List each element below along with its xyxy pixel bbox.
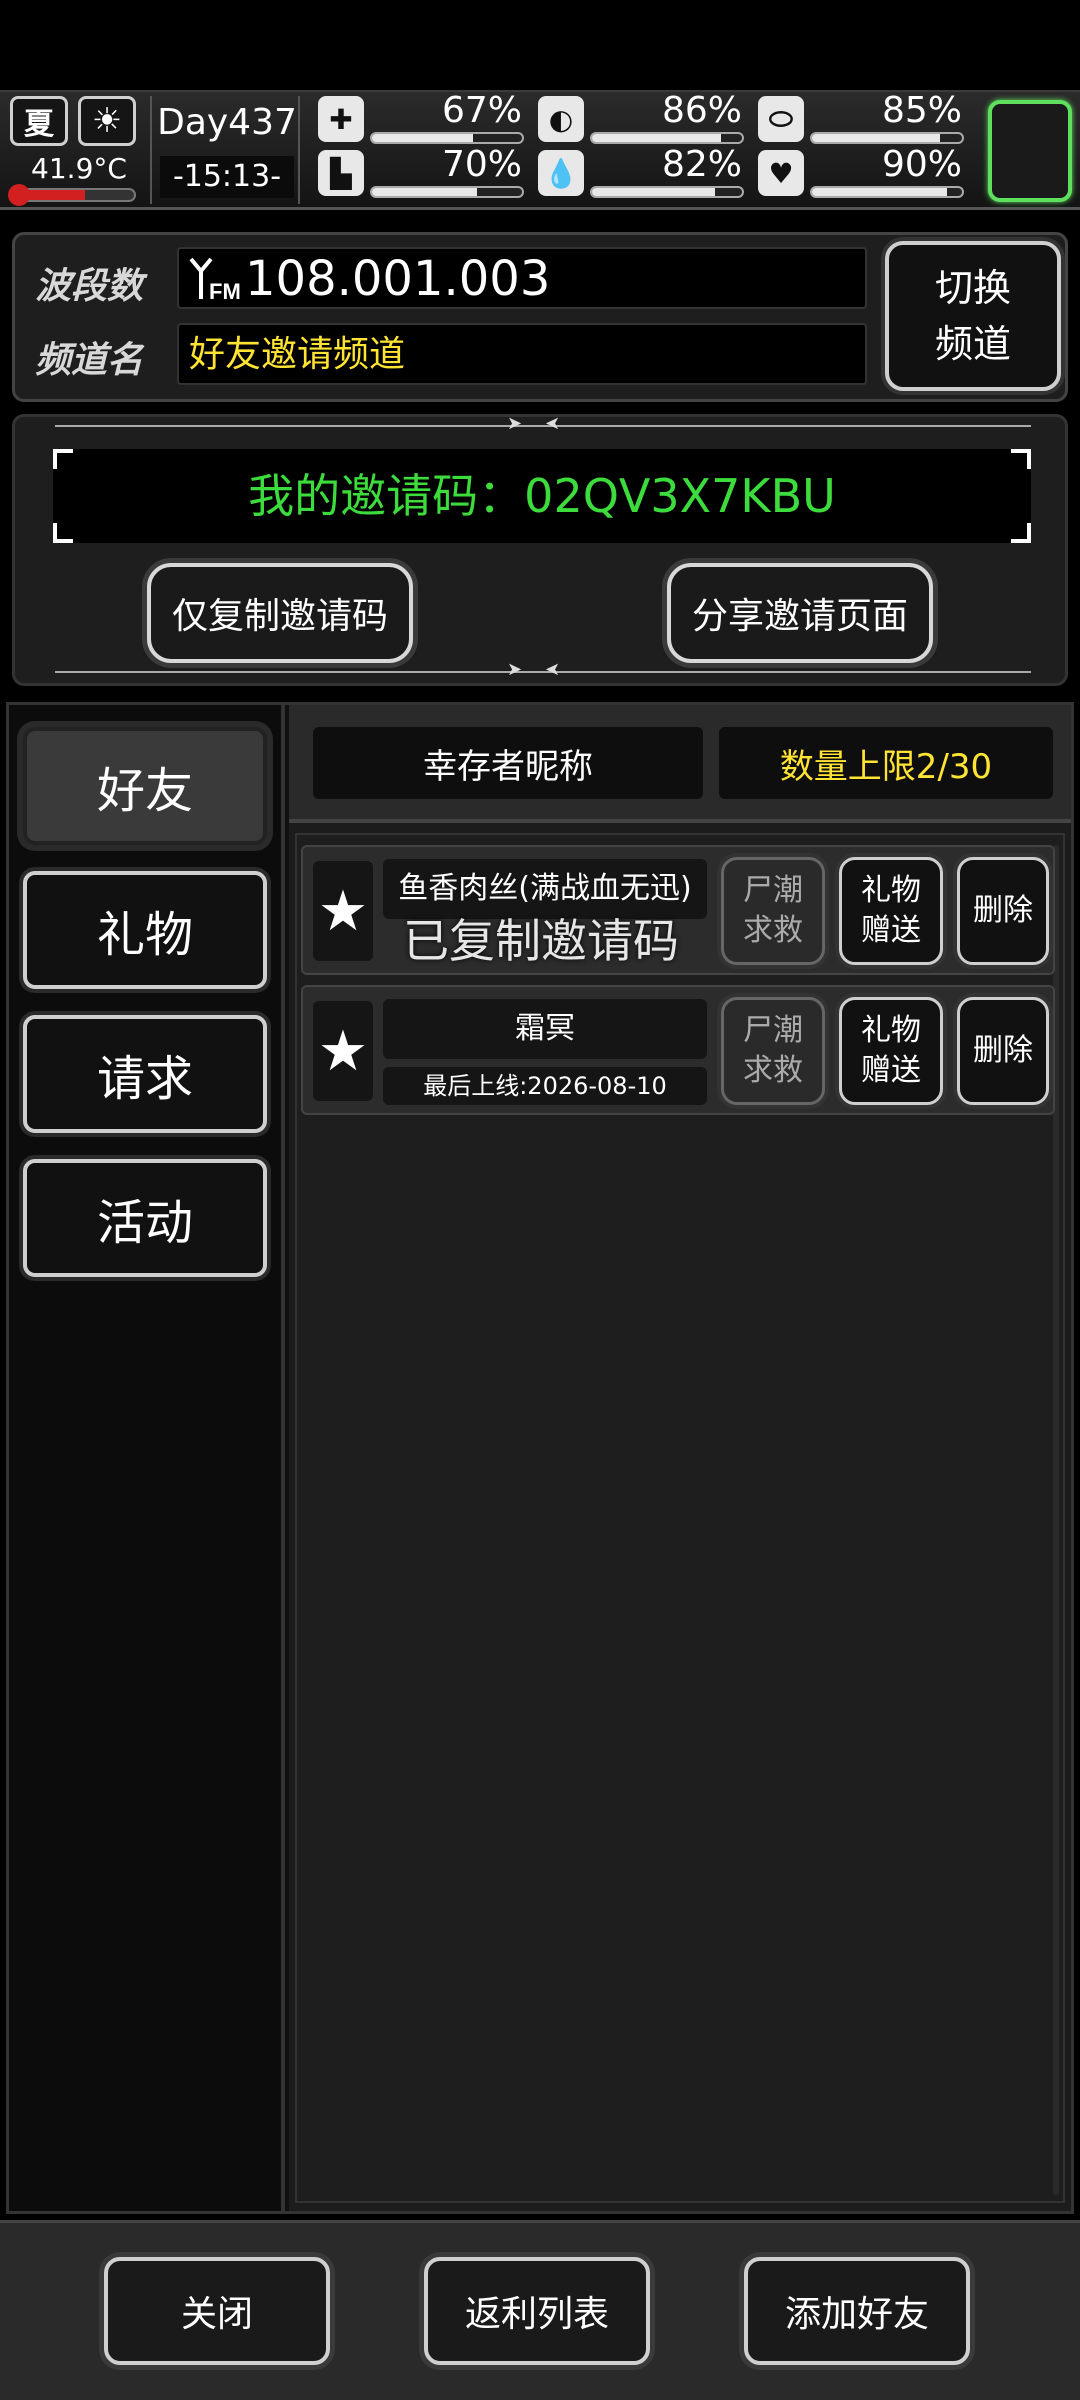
share-invite-page-button[interactable]: 分享邀请页面	[667, 563, 933, 663]
day-counter: Day437	[157, 102, 297, 143]
stat-bar-fill	[812, 188, 947, 196]
stat-bar-fill	[592, 134, 721, 142]
divider-bottom	[55, 671, 1031, 673]
heart-icon: ♥	[758, 150, 804, 196]
stat-percent: 85%	[881, 90, 962, 131]
frequency-field: FM 108.001.003	[177, 247, 867, 309]
radio-panel: 波段数 FM 108.001.003 频道名 好友邀请频道 切换 频道	[12, 232, 1068, 402]
season-label: 夏	[24, 107, 54, 142]
button-label: 赠送	[861, 1053, 921, 1088]
copied-toast: 已复制邀请码	[403, 914, 679, 968]
button-label: 尸潮	[743, 873, 803, 908]
stat-gauge: 💧 82%	[538, 144, 748, 200]
tab-requests[interactable]: 请求	[23, 1015, 267, 1133]
water-drop-icon: 💧	[538, 150, 584, 196]
stomach-icon: ◐	[538, 96, 584, 142]
button-label: 求救	[743, 913, 803, 948]
stat-gauge: ⬭ 85%	[758, 90, 968, 146]
pill-icon: ⬭	[758, 96, 804, 142]
stat-bar	[590, 186, 744, 198]
antenna-icon: FM	[187, 255, 245, 304]
send-gift-button[interactable]: 礼物 赠送	[839, 997, 943, 1105]
copy-invite-code-button[interactable]: 仅复制邀请码	[147, 563, 413, 663]
fm-label: FM	[209, 279, 241, 303]
nickname-column-header: 幸存者昵称	[313, 727, 703, 799]
button-label: 赠送	[861, 913, 921, 948]
zombie-tide-help-button[interactable]: 尸潮 求救	[721, 997, 825, 1105]
button-label: 尸潮	[743, 1013, 803, 1048]
stat-bar-fill	[812, 134, 940, 142]
stat-bar	[810, 132, 964, 144]
arrow-right-icon: ➤	[507, 413, 523, 434]
tab-sidebar: 好友 礼物 请求 活动	[9, 705, 285, 2211]
friend-name: 霜冥	[383, 999, 707, 1059]
channel-name: 好友邀请频道	[189, 334, 406, 375]
frequency-value: 108.001.003	[245, 251, 551, 307]
arrow-right-icon: ➤	[507, 659, 523, 680]
star-icon[interactable]: ★	[313, 1001, 373, 1101]
send-gift-button[interactable]: 礼物 赠送	[839, 857, 943, 965]
friends-header: 幸存者昵称 数量上限2/30	[289, 705, 1071, 823]
temperature-text: 41.9°C	[31, 152, 127, 185]
arrow-left-icon: ➤	[545, 413, 561, 434]
friends-list[interactable]: ★ 鱼香肉丝(满战血无迅) 尸潮 求救 礼物 赠送 删除 ★ 霜冥 最后上线:202…	[295, 833, 1065, 2203]
stat-gauge: ▙ 70%	[318, 144, 528, 200]
stat-bar	[590, 132, 744, 144]
invite-code-box: 我的邀请码：02QV3X7KBU	[53, 449, 1031, 543]
switch-channel-button[interactable]: 切换 频道	[885, 241, 1061, 391]
stat-percent: 90%	[881, 144, 962, 185]
delete-friend-button[interactable]: 删除	[957, 857, 1049, 965]
switch-channel-label-2: 频道	[934, 322, 1011, 366]
close-button[interactable]: 关闭	[104, 2257, 330, 2365]
day-clock: Day437 -15:13-	[150, 96, 300, 204]
sun-icon: ☀	[78, 96, 136, 146]
stat-bar	[810, 186, 964, 198]
stat-bar	[370, 132, 524, 144]
channel-field: 好友邀请频道	[177, 323, 867, 385]
bottom-bar: 关闭 返利列表 添加好友	[0, 2220, 1080, 2400]
tab-gifts[interactable]: 礼物	[23, 871, 267, 989]
season-indicator: 夏	[10, 96, 68, 146]
band-label: 波段数	[35, 266, 144, 307]
stat-gauge: ✚ 67%	[318, 90, 528, 146]
stat-percent: 70%	[441, 144, 522, 185]
friend-limit-badge: 数量上限2/30	[719, 727, 1053, 799]
friend-last-online: 最后上线:2026-08-10	[383, 1067, 707, 1105]
rebate-list-button[interactable]: 返利列表	[424, 2257, 650, 2365]
button-label: 礼物	[861, 1013, 921, 1048]
switch-channel-label-1: 切换	[934, 266, 1011, 310]
thermometer-icon	[8, 184, 30, 206]
button-label: 礼物	[861, 873, 921, 908]
status-bar: 夏 ☀ 41.9°C Day437 -15:13- ✚ 67% ◐ 86% ⬭ 85% ▙ 7…	[0, 90, 1080, 210]
invite-code: 我的邀请码：02QV3X7KBU	[248, 469, 836, 523]
zombie-tide-help-button[interactable]: 尸潮 求救	[721, 857, 825, 965]
foot-icon: ▙	[318, 150, 364, 196]
stat-percent: 82%	[661, 144, 742, 185]
medkit-icon: ✚	[318, 96, 364, 142]
tab-friends[interactable]: 好友	[23, 727, 267, 845]
stat-bar-fill	[592, 188, 715, 196]
invite-panel: ➤ ➤ 我的邀请码：02QV3X7KBU 仅复制邀请码 分享邀请页面 ➤ ➤	[12, 413, 1068, 686]
channel-label: 频道名	[35, 340, 144, 381]
stat-bar-fill	[372, 188, 477, 196]
star-icon[interactable]: ★	[313, 861, 373, 961]
divider-top	[55, 425, 1031, 427]
arrow-left-icon: ➤	[545, 659, 561, 680]
quick-slot[interactable]	[988, 100, 1072, 202]
stat-bar	[370, 186, 524, 198]
stat-percent: 67%	[441, 90, 522, 131]
game-time: -15:13-	[160, 156, 294, 198]
list-item: ★ 霜冥 最后上线:2026-08-10 尸潮求救 礼物赠送 删除	[301, 985, 1055, 1115]
button-label: 求救	[743, 1053, 803, 1088]
stat-percent: 86%	[661, 90, 742, 131]
delete-friend-button[interactable]: 删除	[957, 997, 1049, 1105]
add-friend-button[interactable]: 添加好友	[744, 2257, 970, 2365]
stat-gauge: ♥ 90%	[758, 144, 968, 200]
stat-gauge: ◐ 86%	[538, 90, 748, 146]
tab-events[interactable]: 活动	[23, 1159, 267, 1277]
stat-bar-fill	[372, 134, 473, 142]
